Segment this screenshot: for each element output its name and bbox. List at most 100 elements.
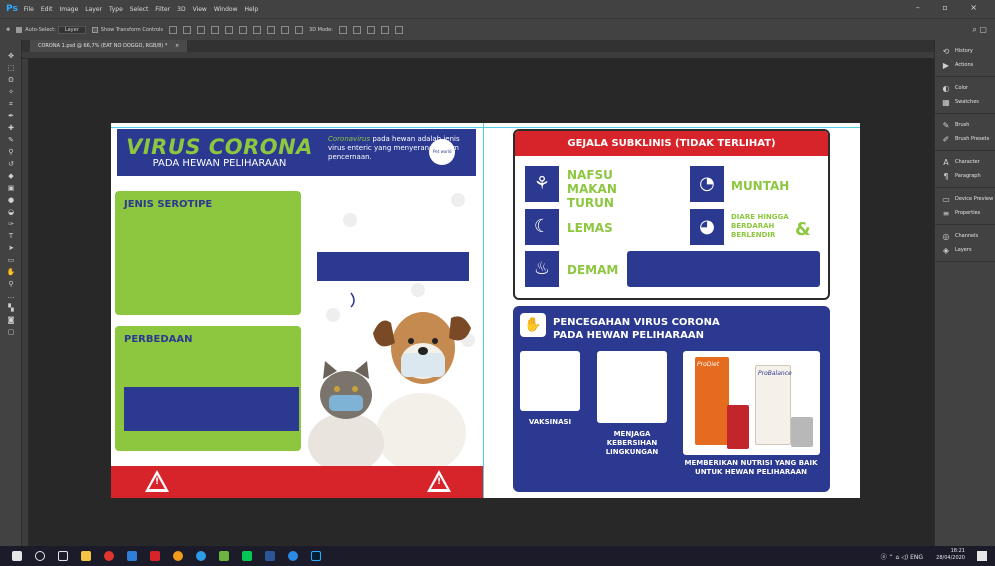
show-transform-checkbox[interactable] <box>91 26 98 33</box>
window-controls[interactable]: – ▫ × <box>916 3 987 12</box>
menu-window[interactable]: Window <box>214 6 238 13</box>
menu-edit[interactable]: Edit <box>41 6 53 13</box>
menu-file[interactable]: File <box>24 6 34 13</box>
panel-character[interactable]: A Character <box>935 155 995 169</box>
quick-select-tool-icon[interactable]: ✧ <box>6 88 16 96</box>
zoom-tool-icon[interactable]: ⚲ <box>6 280 16 288</box>
word-icon[interactable] <box>265 551 275 561</box>
auto-select-checkbox[interactable] <box>16 26 23 33</box>
panel-group: A Character ¶ Paragraph <box>935 151 995 188</box>
notifications-icon[interactable] <box>977 551 987 561</box>
align-left-icon[interactable] <box>211 25 220 34</box>
auto-align-icon[interactable] <box>295 25 304 34</box>
panel-properties[interactable]: ≡ Properties <box>935 206 995 220</box>
panel-channels[interactable]: ◎ Channels <box>935 229 995 243</box>
panel-layers[interactable]: ◈ Layers <box>935 243 995 257</box>
panel-brush-presets[interactable]: ✐ Brush Presets <box>935 132 995 146</box>
align-center-icon[interactable] <box>225 25 234 34</box>
type-tool-icon[interactable]: T <box>6 232 16 240</box>
task-view-icon[interactable] <box>58 551 68 561</box>
chrome-icon[interactable] <box>196 551 206 561</box>
align-bottom-icon[interactable] <box>197 25 206 34</box>
firefox-icon[interactable] <box>173 551 183 561</box>
marquee-tool-icon[interactable]: ⬚ <box>6 64 16 72</box>
panel-label: Properties <box>955 210 981 216</box>
shape-tool-icon[interactable]: ▭ <box>6 256 16 264</box>
panel-history[interactable]: ⟲ History <box>935 44 995 58</box>
vscode-icon[interactable] <box>127 551 137 561</box>
hand-tool-icon[interactable]: ✋ <box>6 268 16 276</box>
document-tab[interactable]: CORONA 1.psd @ 66,7% (EAT NO DOGGO, RGB/… <box>30 40 188 52</box>
close-tab-icon[interactable]: × <box>175 43 179 49</box>
vertical-ruler[interactable] <box>22 59 29 546</box>
menu-layer[interactable]: Layer <box>85 6 102 13</box>
move-tool-icon[interactable]: ✥ <box>6 27 10 33</box>
rotate-3d-icon[interactable] <box>338 25 347 34</box>
slide-3d-icon[interactable] <box>380 25 389 34</box>
panel-paragraph[interactable]: ¶ Paragraph <box>935 169 995 183</box>
line-icon[interactable] <box>242 551 252 561</box>
quick-mask-icon[interactable]: ◙ <box>6 316 16 324</box>
guide-line-vertical[interactable] <box>483 123 484 498</box>
eraser-tool-icon[interactable]: ◆ <box>6 172 16 180</box>
more-tools-icon[interactable]: … <box>6 292 16 300</box>
panel-swatches[interactable]: ▦ Swatches <box>935 95 995 109</box>
file-explorer-icon[interactable] <box>81 551 91 561</box>
menu-3d[interactable]: 3D <box>177 6 185 13</box>
align-top-icon[interactable] <box>169 25 178 34</box>
start-windows-icon[interactable] <box>12 551 22 561</box>
color-swatches-icon[interactable]: ▚ <box>6 304 16 312</box>
healing-brush-tool-icon[interactable]: ✚ <box>6 124 16 132</box>
menu-image[interactable]: Image <box>59 6 78 13</box>
panel-actions[interactable]: ▶ Actions <box>935 58 995 72</box>
lasso-tool-icon[interactable]: ʘ <box>6 76 16 84</box>
character-icon: A <box>943 157 949 167</box>
auto-select-option[interactable]: Auto-Select: Layer <box>16 25 86 34</box>
prodiet-pouch <box>727 405 749 449</box>
menu-type[interactable]: Type <box>109 6 123 13</box>
brush-tool-icon[interactable]: ✎ <box>6 136 16 144</box>
app-red-icon[interactable] <box>150 551 160 561</box>
photoshop-taskbar-icon[interactable] <box>311 551 321 561</box>
horizontal-ruler[interactable] <box>22 52 934 59</box>
move-tool-icon[interactable]: ✥ <box>6 52 16 60</box>
clone-stamp-tool-icon[interactable]: ⚲ <box>6 148 16 156</box>
eyedropper-tool-icon[interactable]: ✒ <box>6 112 16 120</box>
scale-3d-icon[interactable] <box>394 25 403 34</box>
blur-tool-icon[interactable]: ● <box>6 196 16 204</box>
drag-3d-icon[interactable] <box>366 25 375 34</box>
search-icon[interactable] <box>35 551 45 561</box>
align-right-icon[interactable] <box>239 25 248 34</box>
screen-mode-icon[interactable]: ▢ <box>6 328 16 336</box>
roll-3d-icon[interactable] <box>352 25 361 34</box>
distribute-bottom-icon[interactable] <box>281 25 290 34</box>
path-selection-tool-icon[interactable]: ➤ <box>6 244 16 252</box>
menu-help[interactable]: Help <box>245 6 259 13</box>
panel-brush[interactable]: ✎ Brush <box>935 118 995 132</box>
menu-select[interactable]: Select <box>130 6 149 13</box>
pen-tool-icon[interactable]: ✑ <box>6 220 16 228</box>
menu-filter[interactable]: Filter <box>155 6 170 13</box>
show-transform-option[interactable]: Show Transform Controls <box>91 26 163 33</box>
swatches-icon: ▦ <box>942 97 950 107</box>
gradient-tool-icon[interactable]: ▣ <box>6 184 16 192</box>
auto-select-dropdown[interactable]: Layer <box>57 25 86 34</box>
align-middle-icon[interactable] <box>183 25 192 34</box>
app-green-icon[interactable] <box>219 551 229 561</box>
distribute-middle-icon[interactable] <box>267 25 276 34</box>
panel-color[interactable]: ◐ Color <box>935 81 995 95</box>
photoshop-window: Ps File Edit Image Layer Type Select Fil… <box>0 0 995 566</box>
edge-icon[interactable] <box>288 551 298 561</box>
system-tray[interactable]: ⓐ ⌃ ⌂ ◁) ENG <box>881 552 923 561</box>
clock[interactable]: 18:21 28/04/2020 <box>936 548 965 562</box>
menu-view[interactable]: View <box>193 6 207 13</box>
document-canvas[interactable]: VIRUS CORONA PADA HEWAN PELIHARAAN Coron… <box>111 123 860 498</box>
distribute-top-icon[interactable] <box>253 25 262 34</box>
panel-device-preview[interactable]: ▭ Device Preview <box>935 192 995 206</box>
search-icon[interactable]: ⌕ ▢ <box>972 25 987 35</box>
guide-line-horizontal[interactable] <box>111 127 860 128</box>
opera-icon[interactable] <box>104 551 114 561</box>
crop-tool-icon[interactable]: ⌗ <box>6 100 16 108</box>
dodge-tool-icon[interactable]: ◒ <box>6 208 16 216</box>
history-brush-tool-icon[interactable]: ↺ <box>6 160 16 168</box>
